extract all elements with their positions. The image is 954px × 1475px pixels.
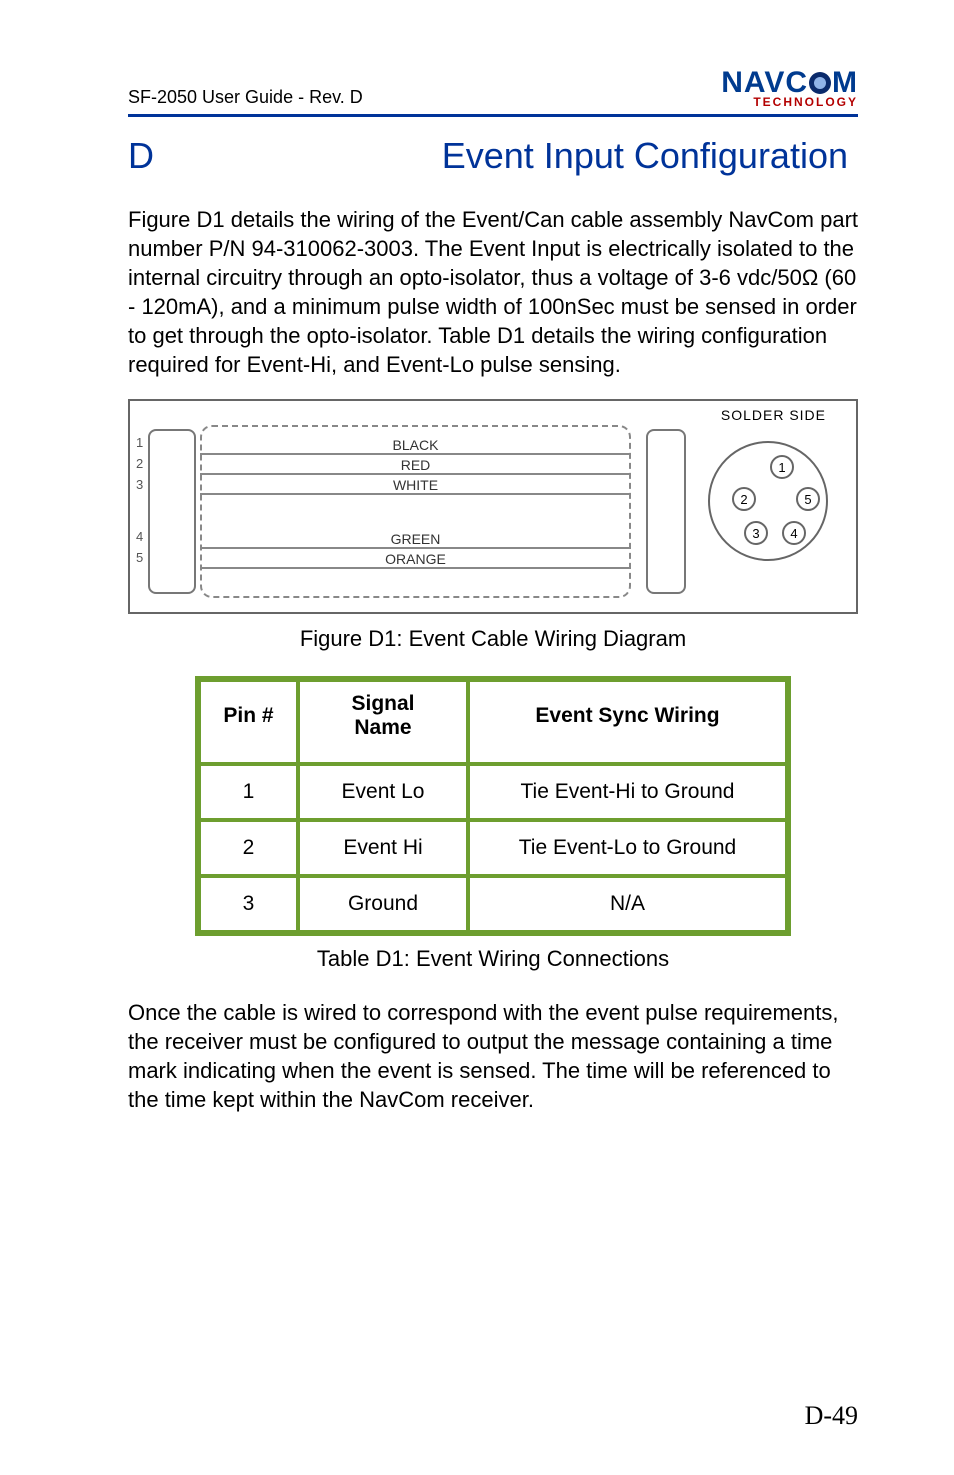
cell-pin: 3 bbox=[198, 876, 298, 933]
appendix-title: Event Input Configuration bbox=[442, 135, 858, 177]
appendix-letter: D bbox=[128, 135, 154, 177]
table-row: 1 Event Lo Tie Event-Hi to Ground bbox=[198, 764, 788, 820]
table-row: 3 Ground N/A bbox=[198, 876, 788, 933]
wire-black-label: BLACK bbox=[385, 437, 447, 453]
solder-side-label: SOLDER SIDE bbox=[721, 407, 826, 423]
table-header-row: Pin # Signal Name Event Sync Wiring bbox=[198, 679, 788, 764]
left-connector-icon bbox=[148, 429, 196, 594]
round-pin-5: 5 bbox=[796, 487, 820, 511]
wire-red-label: RED bbox=[393, 457, 439, 473]
cell-signal: Event Hi bbox=[298, 820, 468, 876]
cell-event: N/A bbox=[468, 876, 788, 933]
cell-event: Tie Event-Hi to Ground bbox=[468, 764, 788, 820]
th-signal: Signal Name bbox=[298, 679, 468, 764]
left-pin-2: 2 bbox=[136, 456, 143, 471]
page-header: SF-2050 User Guide - Rev. D NAVC M TECHN… bbox=[128, 68, 858, 108]
left-pin-5: 5 bbox=[136, 550, 143, 565]
appendix-heading: D Event Input Configuration bbox=[128, 135, 858, 177]
left-pin-4: 4 bbox=[136, 529, 143, 544]
round-pin-2: 2 bbox=[732, 487, 756, 511]
round-pin-3: 3 bbox=[744, 521, 768, 545]
wire-green-label: GREEN bbox=[383, 531, 449, 547]
wiring-diagram: SOLDER SIDE 1 2 3 4 5 BLACK RED WHITE GR… bbox=[128, 399, 858, 614]
event-wiring-table: Pin # Signal Name Event Sync Wiring 1 Ev… bbox=[195, 676, 791, 936]
table-row: 2 Event Hi Tie Event-Lo to Ground bbox=[198, 820, 788, 876]
round-pin-1: 1 bbox=[770, 455, 794, 479]
figure-caption: Figure D1: Event Cable Wiring Diagram bbox=[128, 626, 858, 652]
cell-pin: 2 bbox=[198, 820, 298, 876]
logo-top: NAVC M bbox=[721, 68, 858, 98]
th-pin: Pin # bbox=[198, 679, 298, 764]
cell-signal: Event Lo bbox=[298, 764, 468, 820]
table-caption: Table D1: Event Wiring Connections bbox=[128, 946, 858, 972]
left-pin-1: 1 bbox=[136, 435, 143, 450]
page-number: D-49 bbox=[805, 1401, 858, 1431]
cell-signal: Ground bbox=[298, 876, 468, 933]
cell-event: Tie Event-Lo to Ground bbox=[468, 820, 788, 876]
round-connector-icon: 1 2 3 4 5 bbox=[708, 441, 828, 561]
logo-text-right: M bbox=[832, 68, 858, 98]
wire-white: WHITE bbox=[200, 493, 631, 513]
event-table-wrap: Pin # Signal Name Event Sync Wiring 1 Ev… bbox=[128, 676, 858, 936]
wire-orange-label: ORANGE bbox=[377, 551, 454, 567]
intro-paragraph: Figure D1 details the wiring of the Even… bbox=[128, 205, 858, 379]
cell-pin: 1 bbox=[198, 764, 298, 820]
closing-paragraph: Once the cable is wired to correspond wi… bbox=[128, 998, 858, 1114]
left-pin-3: 3 bbox=[136, 477, 143, 492]
brand-logo: NAVC M TECHNOLOGY bbox=[721, 68, 858, 108]
th-event: Event Sync Wiring bbox=[468, 679, 788, 764]
right-connector-shell-icon bbox=[646, 429, 686, 594]
round-pin-4: 4 bbox=[782, 521, 806, 545]
doc-title: SF-2050 User Guide - Rev. D bbox=[128, 87, 363, 108]
wire-white-label: WHITE bbox=[385, 477, 446, 493]
wire-orange: ORANGE bbox=[200, 567, 631, 587]
logo-text-left: NAVC bbox=[721, 68, 808, 98]
header-rule bbox=[128, 114, 858, 117]
gear-icon bbox=[809, 72, 831, 94]
